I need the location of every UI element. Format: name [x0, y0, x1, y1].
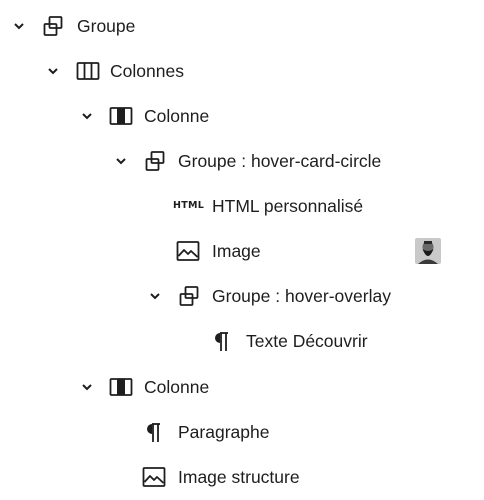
list-view-item-paragraphe[interactable]: Paragraphe	[0, 413, 484, 451]
group-icon	[179, 286, 199, 306]
list-view-item-label: Groupe : hover-overlay	[212, 286, 391, 306]
list-view-item-groupe[interactable]: Groupe	[0, 7, 484, 45]
list-view-item-label: Image	[212, 241, 261, 261]
chevron-down-icon[interactable]	[113, 153, 129, 169]
image-icon	[142, 467, 166, 487]
chevron-down-icon[interactable]	[79, 379, 95, 395]
list-view-item-colonne[interactable]: Colonne	[0, 97, 484, 135]
column-icon	[109, 378, 133, 396]
list-view-item-label: Groupe : hover-card-circle	[178, 151, 382, 171]
chevron-down-icon[interactable]	[45, 63, 61, 79]
list-view-item-image-structure[interactable]: Image structure	[0, 458, 484, 496]
html-icon: HTML	[173, 200, 205, 211]
columns-icon	[76, 62, 100, 80]
list-view-item-groupe-hover-card-circle[interactable]: Groupe : hover-card-circle	[0, 142, 484, 180]
list-view-item-texte-decouvrir[interactable]: Texte Découvrir	[0, 322, 484, 360]
group-icon	[145, 151, 165, 171]
list-view-item-groupe-hover-overlay[interactable]: Groupe : hover-overlay	[0, 277, 484, 315]
list-view-item-image[interactable]: Image	[0, 232, 484, 270]
chevron-down-icon[interactable]	[147, 288, 163, 304]
list-view-item-colonnes[interactable]: Colonnes	[0, 52, 484, 90]
list-view-item-colonne-2[interactable]: Colonne	[0, 368, 484, 406]
list-view-item-label: Colonne	[144, 377, 210, 397]
image-icon	[176, 241, 200, 261]
chevron-down-icon[interactable]	[11, 18, 27, 34]
list-view-item-label: Paragraphe	[178, 422, 270, 442]
paragraph-icon	[147, 423, 160, 442]
list-view-item-label: Groupe	[77, 16, 136, 36]
image-thumbnail	[415, 238, 441, 264]
list-view-item-label: Texte Découvrir	[246, 331, 368, 351]
list-view-item-label: HTML personnalisé	[212, 196, 364, 216]
group-icon	[43, 16, 63, 36]
list-view-item-label: Image structure	[178, 467, 300, 487]
list-view-item-label: Colonnes	[110, 61, 184, 81]
list-view-item-label: Colonne	[144, 106, 210, 126]
list-view-tree: Groupe Colonnes Colonne Groupe: hover-c…	[0, 0, 484, 500]
paragraph-icon	[215, 332, 228, 351]
column-icon	[109, 107, 133, 125]
list-view-item-html-personnalise[interactable]: HTML HTML personnalisé	[0, 187, 484, 225]
chevron-down-icon[interactable]	[79, 108, 95, 124]
